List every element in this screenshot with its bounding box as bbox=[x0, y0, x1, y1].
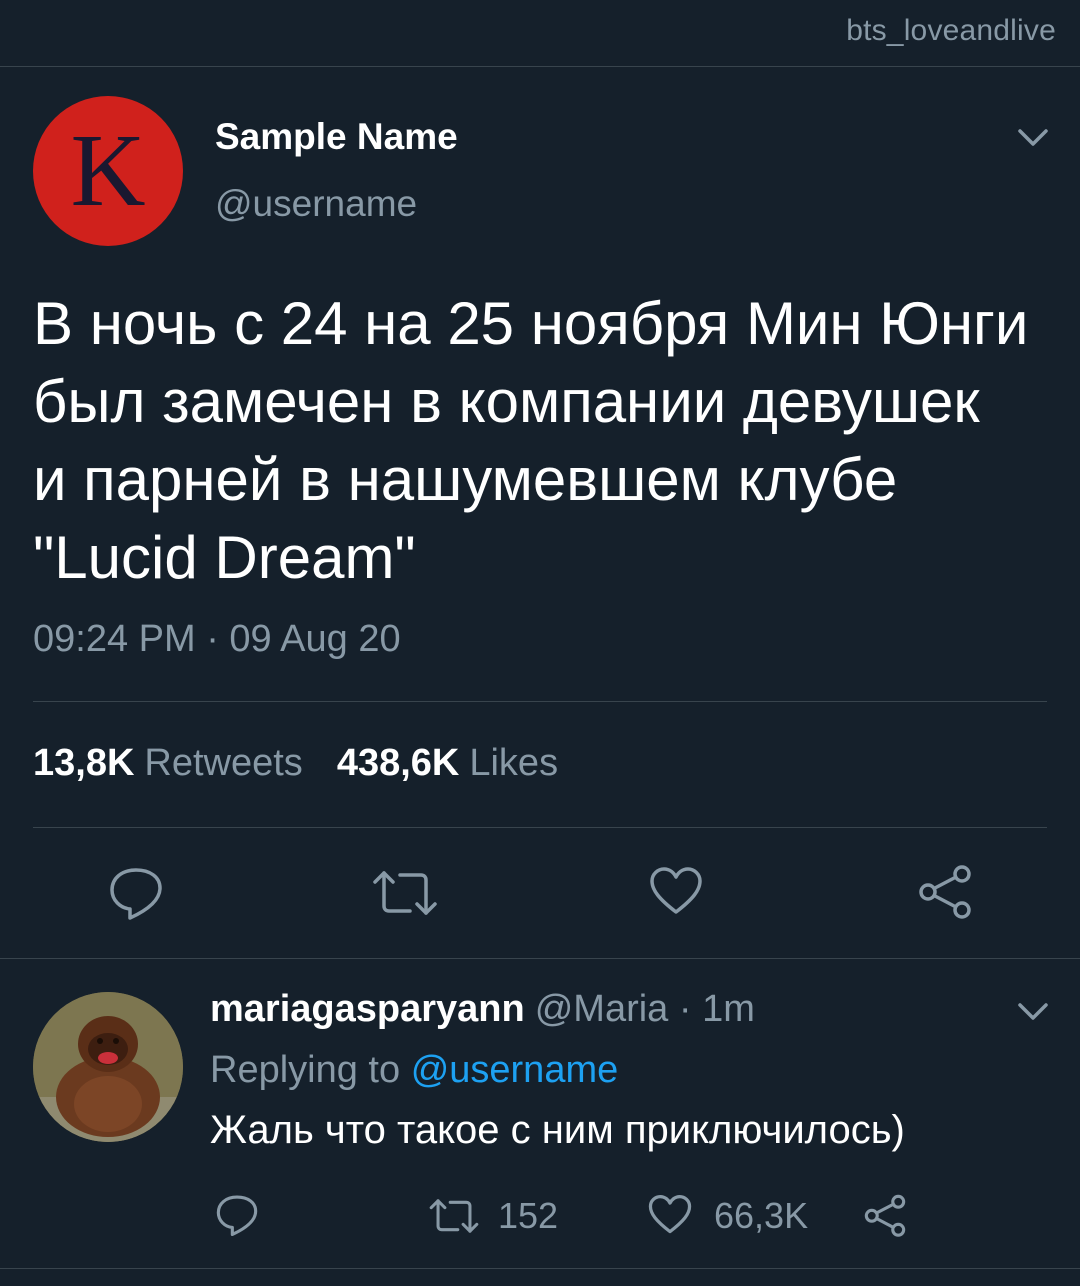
chevron-down-icon[interactable] bbox=[1013, 118, 1053, 158]
reply-like-count: 66,3K bbox=[714, 1195, 809, 1236]
avatar[interactable]: K bbox=[33, 96, 183, 246]
reply-retweet-icon[interactable] bbox=[428, 1197, 480, 1235]
retweet-label: Retweets bbox=[144, 742, 303, 784]
divider bbox=[33, 701, 1047, 702]
divider bbox=[0, 958, 1080, 959]
tweet-text: В ночь с 24 на 25 ноября Мин Юнги был за… bbox=[33, 290, 1029, 591]
divider bbox=[0, 66, 1080, 67]
share-icon[interactable] bbox=[918, 864, 972, 919]
avatar-letter: K bbox=[70, 113, 146, 228]
handle[interactable]: @username bbox=[215, 183, 417, 225]
engagement-stats: 13,8K Retweets 438,6K Likes bbox=[33, 742, 592, 785]
divider bbox=[0, 1268, 1080, 1269]
orangutan-avatar-image bbox=[33, 992, 183, 1142]
reply-meta: @Maria · 1m bbox=[534, 988, 755, 1030]
display-name[interactable]: Sample Name bbox=[215, 116, 458, 158]
reply-retweet-count: 152 bbox=[498, 1195, 559, 1236]
heart-icon[interactable] bbox=[649, 866, 703, 916]
reply-text: Жаль что такое с ним приключилось) bbox=[210, 1108, 905, 1152]
likes-stat[interactable]: 438,6K Likes bbox=[337, 742, 558, 785]
replying-handle-link[interactable]: @username bbox=[411, 1049, 619, 1091]
reply-avatar[interactable] bbox=[33, 992, 183, 1142]
replying-to: Replying to @username bbox=[210, 1049, 618, 1092]
reply-heart-icon[interactable] bbox=[648, 1194, 692, 1235]
like-count: 438,6K bbox=[336, 742, 460, 784]
timestamp: 09:24 PM · 09 Aug 20 bbox=[33, 618, 401, 660]
reply-icon[interactable] bbox=[108, 866, 164, 920]
retweet-count: 13,8K bbox=[33, 742, 135, 784]
replying-prefix: Replying to bbox=[210, 1049, 401, 1091]
divider bbox=[33, 827, 1047, 828]
reply-header: mariagasparyann @Maria · 1m bbox=[210, 988, 755, 1031]
reply-author-name[interactable]: mariagasparyann bbox=[210, 988, 525, 1030]
retweets-stat[interactable]: 13,8K Retweets bbox=[33, 742, 303, 785]
watermark: bts_loveandlive bbox=[846, 14, 1056, 47]
like-label: Likes bbox=[469, 742, 559, 784]
reply-chevron-down-icon[interactable] bbox=[1013, 992, 1053, 1032]
reply-reply-icon[interactable] bbox=[215, 1194, 259, 1236]
reply-share-icon[interactable] bbox=[864, 1194, 906, 1237]
retweet-icon[interactable] bbox=[372, 868, 438, 918]
